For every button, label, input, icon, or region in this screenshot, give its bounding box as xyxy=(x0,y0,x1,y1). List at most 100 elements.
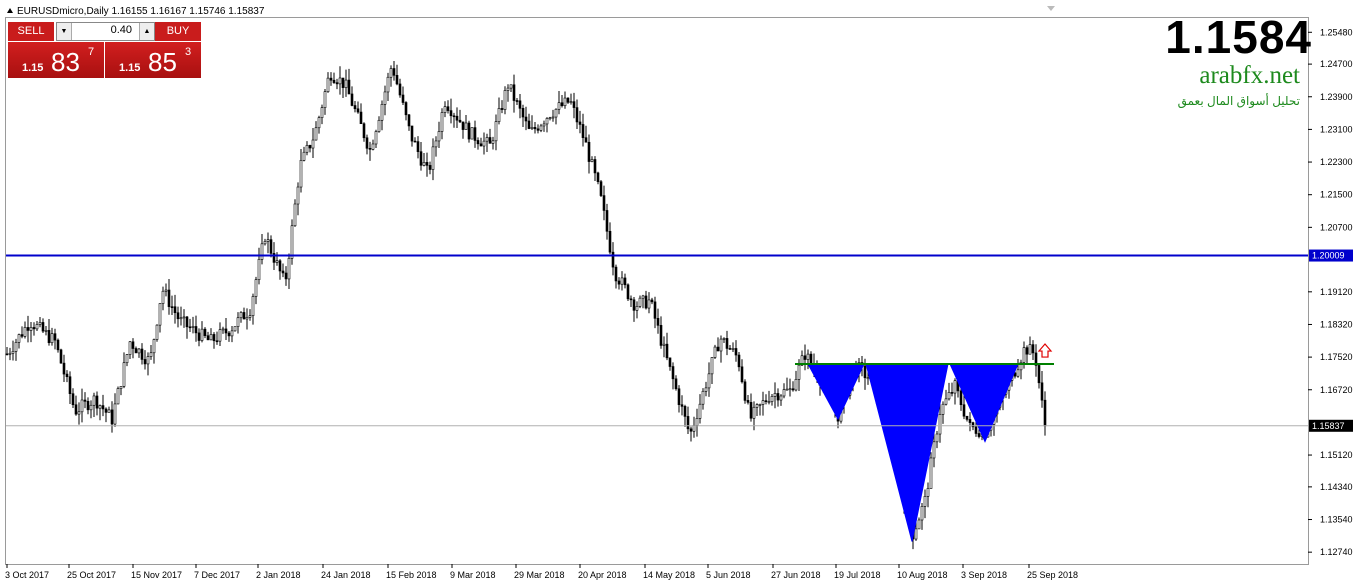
sell-button[interactable]: SELL xyxy=(8,22,54,41)
candle-body xyxy=(245,317,249,320)
price-tick-label: 1.23100 xyxy=(1320,124,1353,134)
candle-body xyxy=(305,145,309,153)
date-tick-label: 25 Sep 2018 xyxy=(1027,570,1078,580)
candle-body xyxy=(530,127,534,129)
candle-body xyxy=(299,160,303,188)
candle-body xyxy=(200,328,204,341)
buy-quote[interactable]: 1.15 85 3 xyxy=(105,42,201,78)
candle-body xyxy=(50,333,54,344)
candle-body xyxy=(383,91,387,105)
candle-body xyxy=(344,79,348,88)
sell-quote[interactable]: 1.15 83 7 xyxy=(8,42,104,78)
candle-body xyxy=(17,334,21,343)
candle-body xyxy=(470,127,474,140)
candle-body xyxy=(179,317,183,320)
candle-body xyxy=(773,393,777,397)
lot-increase-icon[interactable]: ▲ xyxy=(139,23,154,40)
candle-body xyxy=(350,93,354,106)
candle-body xyxy=(680,404,684,407)
date-tick-label: 14 May 2018 xyxy=(643,570,695,580)
candle-body xyxy=(56,339,60,351)
candle-body xyxy=(308,145,312,149)
candle-body xyxy=(377,119,381,132)
candle-body xyxy=(761,400,765,405)
candle-body xyxy=(536,128,540,131)
candle-body xyxy=(323,91,327,108)
site-tagline: تحليل أسواق المال بعمق xyxy=(1177,94,1300,108)
breakout-arrow-icon xyxy=(1037,343,1053,358)
sell-quote-prefix: 1.15 xyxy=(22,62,44,74)
candle-body xyxy=(797,364,801,380)
candle-body xyxy=(158,303,162,326)
candle-body xyxy=(521,108,525,118)
candle-body xyxy=(452,115,456,118)
candle-body xyxy=(602,195,606,211)
lot-size-value[interactable]: 0.40 xyxy=(111,24,132,36)
candle-body xyxy=(395,75,399,85)
candle-body xyxy=(950,392,954,394)
candle-body xyxy=(59,349,63,364)
candle-body xyxy=(659,325,663,346)
candle-body xyxy=(698,403,702,419)
candle-body xyxy=(746,400,750,403)
candle-body xyxy=(392,68,396,76)
sell-quote-fraction: 7 xyxy=(88,46,95,58)
candle-body xyxy=(398,83,402,96)
candle-body xyxy=(575,107,579,123)
candle-body xyxy=(194,326,198,334)
candle-body xyxy=(464,122,468,130)
candle-body xyxy=(614,266,618,282)
candle-body xyxy=(125,354,129,364)
candle-body xyxy=(644,295,648,309)
candle-body xyxy=(935,433,939,443)
candle-body xyxy=(611,251,615,268)
candle-body xyxy=(260,243,264,260)
candle-body xyxy=(38,322,42,325)
candle-body xyxy=(293,203,297,227)
candle-body xyxy=(389,68,393,78)
candle-body xyxy=(173,306,177,314)
candle-body xyxy=(677,388,681,405)
candle-body xyxy=(128,341,132,355)
candle-body xyxy=(785,388,789,391)
candle-body xyxy=(110,409,114,425)
candle-body xyxy=(80,399,84,413)
candle-body xyxy=(41,322,45,332)
candle-body xyxy=(431,146,435,170)
candle-body xyxy=(206,335,210,341)
candle-body xyxy=(794,379,798,391)
candle-body xyxy=(443,106,447,113)
price-tick-label: 1.25480 xyxy=(1320,27,1353,37)
date-tick-label: 24 Jan 2018 xyxy=(321,570,371,580)
collapse-triangle-icon[interactable] xyxy=(7,8,13,13)
buy-button[interactable]: BUY xyxy=(155,22,201,41)
candle-body xyxy=(524,116,528,122)
candle-body xyxy=(167,289,171,307)
date-tick-label: 3 Oct 2017 xyxy=(5,570,49,580)
lot-decrease-icon[interactable]: ▼ xyxy=(57,23,72,40)
candle-body xyxy=(296,186,300,205)
candle-body xyxy=(704,387,708,392)
candle-body xyxy=(311,139,315,149)
candle-body xyxy=(182,316,186,319)
candle-body xyxy=(365,137,369,149)
lot-size-field[interactable]: ▼ 0.40 ▲ xyxy=(56,22,155,41)
candle-body xyxy=(257,259,261,280)
date-tick-label: 15 Nov 2017 xyxy=(131,570,182,580)
candle-body xyxy=(557,102,561,110)
candle-body xyxy=(1016,369,1020,377)
date-tick-label: 20 Apr 2018 xyxy=(578,570,627,580)
candle-body xyxy=(965,415,969,420)
candle-body xyxy=(161,290,165,304)
candle-body xyxy=(47,330,51,344)
candle-body xyxy=(695,418,699,426)
candle-body xyxy=(14,342,18,352)
candle-body xyxy=(197,332,201,341)
candle-body xyxy=(959,390,963,406)
candle-body xyxy=(548,117,552,119)
candle-body xyxy=(479,143,483,147)
candle-body xyxy=(77,411,81,415)
candle-body xyxy=(572,101,576,108)
site-name: arabfx.net xyxy=(1199,62,1300,89)
candle-body xyxy=(758,404,762,406)
